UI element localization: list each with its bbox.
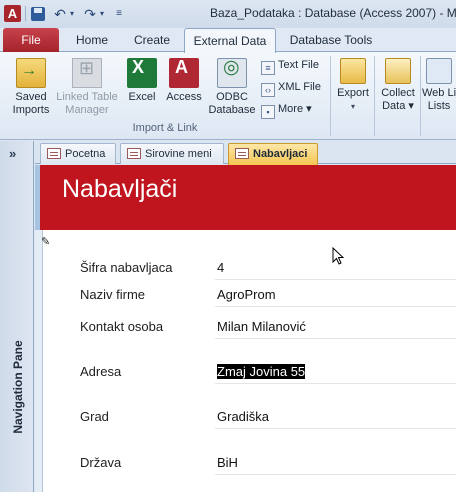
grad-label: Grad: [80, 409, 109, 424]
form-icon: [127, 148, 141, 159]
more-import-button[interactable]: ▪ More ▾: [261, 100, 312, 119]
access-label: Access: [166, 91, 202, 103]
mouse-pointer-icon: [332, 247, 345, 265]
qat-separator: [25, 6, 26, 21]
access-app-icon[interactable]: A: [4, 5, 21, 22]
grad-field[interactable]: Gradiška: [215, 407, 456, 429]
doc-tab-label: Nabavljaci: [253, 148, 308, 160]
linked-label-2: Manager: [65, 104, 109, 116]
drzava-field[interactable]: BiH: [215, 453, 456, 475]
odbc-label-2: Database: [208, 104, 256, 116]
adresa-selected-text: Zmaj Jovina 55: [217, 364, 306, 379]
collect-data-button[interactable]: Collect Data ▾: [378, 58, 418, 113]
export-label: Export: [337, 87, 369, 99]
collect-data-icon: [385, 58, 411, 84]
web-linked-lists-icon: [426, 58, 452, 84]
collect-label-2: Data ▾: [382, 100, 414, 112]
adresa-field[interactable]: Zmaj Jovina 55: [215, 362, 456, 384]
xml-file-label: XML File: [278, 81, 321, 93]
doc-tab-pocetna[interactable]: Pocetna: [40, 143, 116, 164]
text-file-button[interactable]: ≡ Text File: [261, 56, 319, 75]
undo-dropdown-icon[interactable]: ▾: [68, 4, 76, 24]
export-dropdown-icon: ▾: [350, 102, 355, 111]
doc-tab-nabavljaci[interactable]: Nabavljaci: [228, 143, 318, 165]
title-bar: A ↶ ▾ ↷ ▾ ≡ Baza_Podataka : Database (Ac…: [0, 0, 456, 28]
form-detail: Šifra nabavljaca 4 Naziv firme AgroProm …: [45, 230, 456, 492]
tab-create[interactable]: Create: [126, 28, 178, 52]
tab-home[interactable]: Home: [66, 28, 118, 52]
form-icon: [47, 148, 61, 159]
excel-label: Excel: [128, 91, 156, 103]
ribbon: Saved Imports Linked Table Manager Excel…: [0, 52, 456, 140]
doc-tab-sirovine-meni[interactable]: Sirovine meni: [120, 143, 224, 164]
linked-label-1: Linked Table: [56, 91, 118, 103]
drzava-label: Država: [80, 455, 122, 470]
redo-button[interactable]: ↷: [84, 4, 96, 24]
doc-tab-label: Pocetna: [65, 148, 106, 160]
import-link-group-label: Import & Link: [132, 122, 198, 134]
expand-nav-pane-icon[interactable]: »: [9, 146, 16, 161]
record-selector-strip: [35, 165, 40, 230]
group-separator: [374, 56, 375, 136]
redo-dropdown-icon[interactable]: ▾: [98, 4, 106, 24]
odbc-database-icon: [217, 58, 247, 88]
undo-button[interactable]: ↶: [54, 4, 66, 24]
tab-file[interactable]: File: [3, 28, 59, 52]
form-title: Nabavljači: [62, 175, 178, 203]
group-separator: [420, 56, 421, 136]
more-label: More ▾: [278, 103, 312, 115]
adresa-label: Adresa: [80, 364, 122, 379]
naziv-field[interactable]: AgroProm: [215, 285, 456, 307]
save-button[interactable]: [31, 4, 47, 24]
web-label-2: Lists: [427, 100, 451, 112]
web-linked-lists-button[interactable]: Web Li Lists: [422, 58, 456, 113]
kontakt-field[interactable]: Milan Milanović: [215, 317, 456, 339]
customize-qat-icon[interactable]: ≡: [113, 4, 125, 24]
tab-database-tools[interactable]: Database Tools: [283, 28, 379, 52]
excel-icon: [127, 58, 157, 88]
web-label-1: Web Li: [422, 87, 456, 99]
naziv-label: Naziv firme: [80, 287, 146, 302]
odbc-label-1: ODBC: [216, 91, 248, 103]
access-icon: [169, 58, 199, 88]
text-file-label: Text File: [278, 59, 319, 71]
xml-file-button[interactable]: ‹› XML File: [261, 78, 321, 97]
text-file-icon: ≡: [261, 61, 275, 75]
linked-table-manager-icon: [72, 58, 102, 88]
group-separator: [330, 56, 331, 136]
saved-imports-icon: [16, 58, 46, 88]
export-button[interactable]: Export ▾: [334, 58, 372, 113]
window-title: Baza_Podataka : Database (Access 2007) -…: [210, 6, 456, 20]
save-icon: [31, 7, 45, 21]
access-import-button[interactable]: Access: [164, 58, 204, 104]
collect-label-1: Collect: [381, 87, 415, 99]
record-selector[interactable]: [35, 230, 43, 492]
tab-external-data[interactable]: External Data: [184, 28, 276, 53]
navigation-pane-label[interactable]: Navigation Pane: [11, 327, 25, 447]
export-icon: [340, 58, 366, 84]
more-icon: ▪: [261, 105, 275, 119]
sifra-label: Šifra nabavljaca: [80, 260, 173, 275]
linked-table-manager-button[interactable]: Linked Table Manager: [54, 58, 120, 117]
xml-file-icon: ‹›: [261, 83, 275, 97]
saved-imports-label-1: Saved: [15, 91, 47, 103]
kontakt-label: Kontakt osoba: [80, 319, 164, 334]
saved-imports-label-2: Imports: [12, 104, 50, 116]
nabavljaci-form: Nabavljači ✎ Šifra nabavljaca 4 Naziv fi…: [35, 165, 456, 492]
doc-tab-label: Sirovine meni: [145, 148, 212, 160]
odbc-database-button[interactable]: ODBC Database: [206, 58, 258, 117]
form-header: Nabavljači: [35, 165, 456, 230]
navigation-pane[interactable]: » Navigation Pane: [0, 141, 34, 492]
excel-import-button[interactable]: Excel: [124, 58, 160, 104]
saved-imports-button[interactable]: Saved Imports: [8, 58, 54, 117]
form-icon: [235, 148, 249, 159]
